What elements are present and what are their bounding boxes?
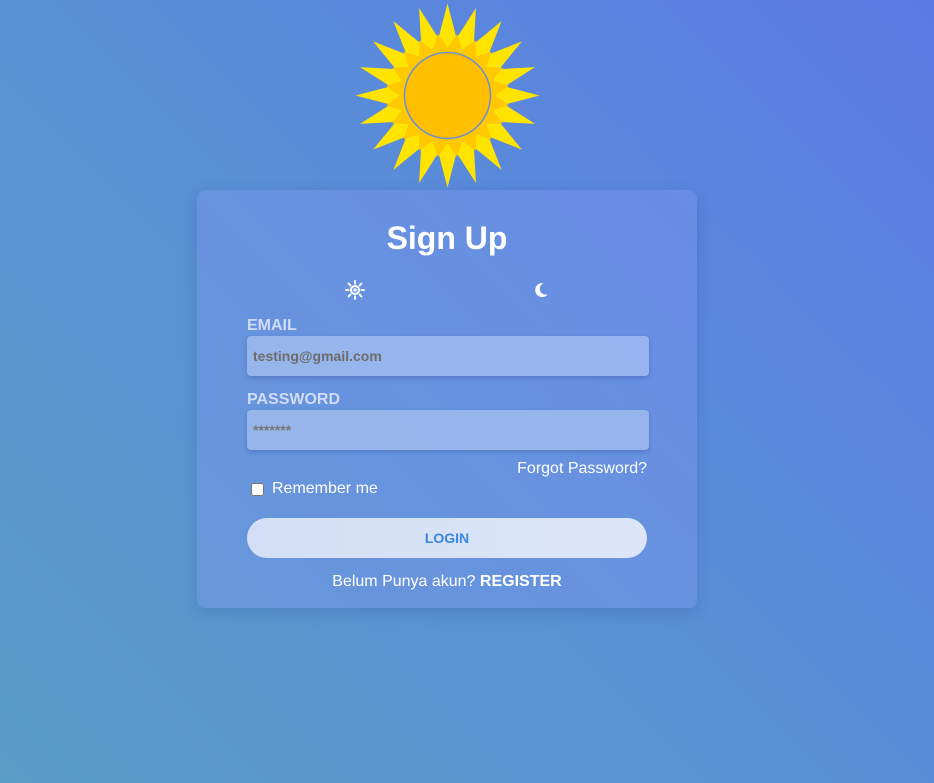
password-label: PASSWORD xyxy=(247,391,341,408)
password-input[interactable] xyxy=(247,410,649,450)
signup-card: Sign Up EMAIL PASSWORD Forgot Password? xyxy=(197,190,697,608)
sun-disc xyxy=(403,51,492,140)
remember-me-checkbox[interactable] xyxy=(251,482,264,496)
login-button[interactable]: LOGIN xyxy=(247,518,647,558)
email-label: EMAIL xyxy=(247,317,297,334)
sun-icon[interactable] xyxy=(343,278,367,302)
email-input[interactable] xyxy=(247,336,649,376)
remember-me-label: Remember me xyxy=(272,480,378,497)
moon-icon[interactable] xyxy=(529,278,553,302)
forgot-password-link[interactable]: Forgot Password? xyxy=(517,460,647,478)
register-link[interactable]: REGISTER xyxy=(480,573,562,590)
remember-me-row: Remember me xyxy=(251,480,378,498)
register-prompt: Belum Punya akun? REGISTER xyxy=(197,573,697,591)
register-prompt-text: Belum Punya akun? xyxy=(332,573,476,590)
sun-logo-icon xyxy=(355,3,540,188)
page-title: Sign Up xyxy=(386,220,508,256)
